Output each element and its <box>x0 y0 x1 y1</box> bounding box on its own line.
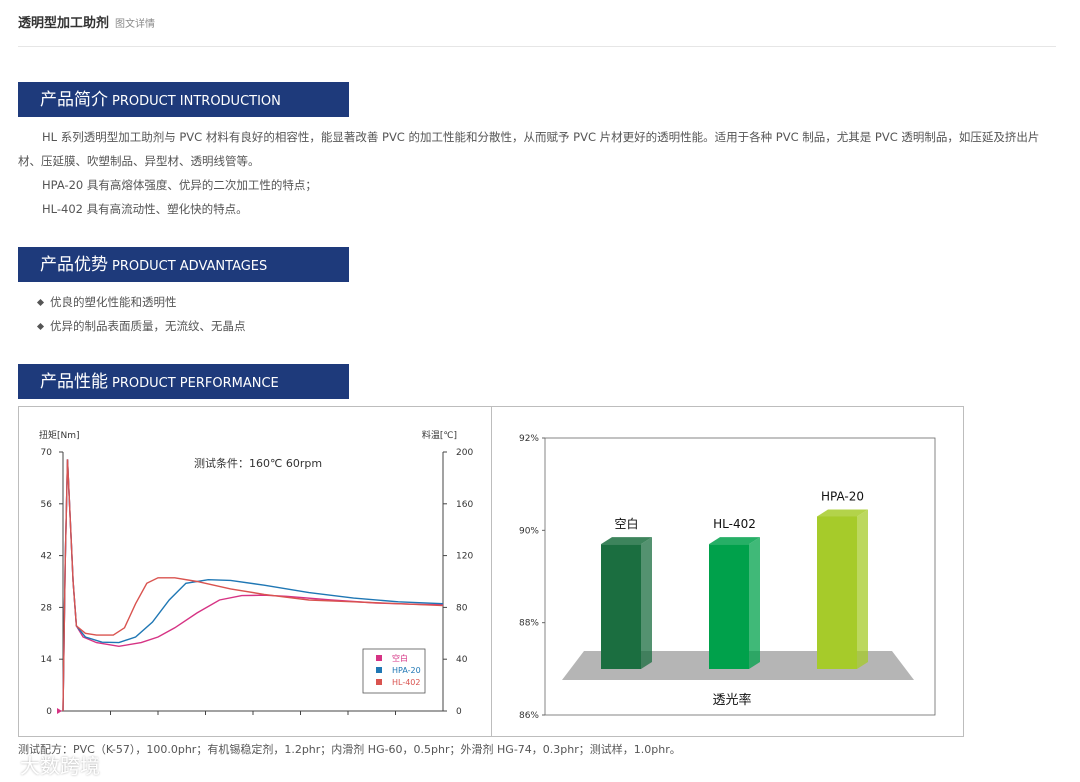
y2-tick-label: 160 <box>456 500 473 510</box>
y-tick-label: 70 <box>41 448 53 458</box>
advantage-item: 优良的塑化性能和透明性 <box>36 290 246 314</box>
section-advantages-en: PRODUCT ADVANTAGES <box>112 259 268 274</box>
section-performance-en: PRODUCT PERFORMANCE <box>112 376 279 391</box>
y2-tick-label: 80 <box>456 603 468 613</box>
section-intro-cn: 产品简介 <box>40 90 108 110</box>
y2-tick-label: 0 <box>456 707 462 717</box>
bar-空白 <box>601 544 641 669</box>
y-tick-label: 92% <box>519 434 539 444</box>
legend-label: 空白 <box>392 653 408 663</box>
torque-line-chart: 70 56 42 28 14 0 200 160 120 80 40 0 扭矩[Nm] 料温[℃] 测试条件… <box>39 429 473 717</box>
origin-marker-icon <box>57 708 62 714</box>
legend-swatch <box>376 655 382 661</box>
bullet-icon <box>36 322 45 330</box>
legend-label: HL-402 <box>392 678 421 687</box>
legend-label: HPA-20 <box>392 666 421 675</box>
legend-swatch <box>376 679 382 685</box>
bar-label: 空白 <box>614 516 638 531</box>
intro-text: HL 系列透明型加工助剂与 PVC 材料有良好的相容性，能显著改善 PVC 的加… <box>18 125 1058 221</box>
legend-swatch <box>376 667 382 673</box>
section-advantages-cn: 产品优势 <box>40 255 108 275</box>
y-tick-label: 86% <box>519 711 539 721</box>
advantages-list: 优良的塑化性能和透明性 优异的制品表面质量，无流纹、无晶点 <box>36 290 246 338</box>
title-divider <box>18 46 1056 47</box>
advantage-item: 优异的制品表面质量，无流纹、无晶点 <box>36 314 246 338</box>
test-formula-note: 测试配方：PVC（K-57），100.0phr；有机锡稳定剂，1.2phr；内滑… <box>18 743 681 756</box>
advantage-text: 优异的制品表面质量，无流纹、无晶点 <box>50 319 246 333</box>
page-subtitle: 图文详情 <box>115 19 156 30</box>
page-title-text: 透明型加工助剂 <box>18 16 110 31</box>
intro-paragraph: HPA-20 具有高熔体强度、优异的二次加工性的特点； <box>42 178 317 192</box>
section-header-intro: 产品简介 PRODUCT INTRODUCTION <box>18 82 349 117</box>
y-tick-label: 0 <box>46 707 52 717</box>
advantage-text: 优良的塑化性能和透明性 <box>50 295 177 309</box>
bar-side <box>641 537 652 669</box>
bar-label: HPA-20 <box>821 489 864 503</box>
section-header-advantages: 产品优势 PRODUCT ADVANTAGES <box>18 247 349 282</box>
y-tick-label: 42 <box>41 552 52 562</box>
transmittance-chart-frame: 92% 90% 88% 86% 空白 HL-402 HPA-20 透光率 <box>491 406 964 737</box>
y-tick-label: 90% <box>519 526 539 536</box>
y-tick-label: 28 <box>41 603 53 613</box>
test-condition-annotation: 测试条件：160℃ 60rpm <box>194 456 322 470</box>
y2-tick-label: 40 <box>456 655 468 665</box>
bar-label: HL-402 <box>713 517 756 531</box>
section-performance-cn: 产品性能 <box>40 372 108 392</box>
y-tick-label: 88% <box>519 619 539 629</box>
bar-HPA-20 <box>817 516 857 669</box>
bar-side <box>749 537 760 669</box>
bar-side <box>857 509 868 669</box>
bar-HL-402 <box>709 544 749 669</box>
section-intro-en: PRODUCT INTRODUCTION <box>112 94 281 109</box>
torque-chart-frame: 70 56 42 28 14 0 200 160 120 80 40 0 扭矩[Nm] 料温[℃] 测试条件… <box>18 406 492 737</box>
y-tick-label: 14 <box>41 655 53 665</box>
page-title: 透明型加工助剂 图文详情 <box>18 12 155 31</box>
transmittance-bar-chart: 92% 90% 88% 86% 空白 HL-402 HPA-20 透光率 <box>519 434 936 721</box>
y2-tick-label: 120 <box>456 552 473 562</box>
y2-axis-label: 料温[℃] <box>422 429 457 441</box>
watermark-logo: 大数跨境 <box>20 754 100 778</box>
y-tick-label: 56 <box>41 500 53 510</box>
y-axis-label: 扭矩[Nm] <box>39 429 80 441</box>
intro-paragraph: HL-402 具有高流动性、塑化快的特点。 <box>42 202 248 216</box>
y2-tick-label: 200 <box>456 448 473 458</box>
section-header-performance: 产品性能 PRODUCT PERFORMANCE <box>18 364 349 399</box>
intro-paragraph: HL 系列透明型加工助剂与 PVC 材料有良好的相容性，能显著改善 PVC 的加… <box>18 130 1040 168</box>
x-axis-label: 透光率 <box>712 692 751 708</box>
bullet-icon <box>36 298 45 306</box>
